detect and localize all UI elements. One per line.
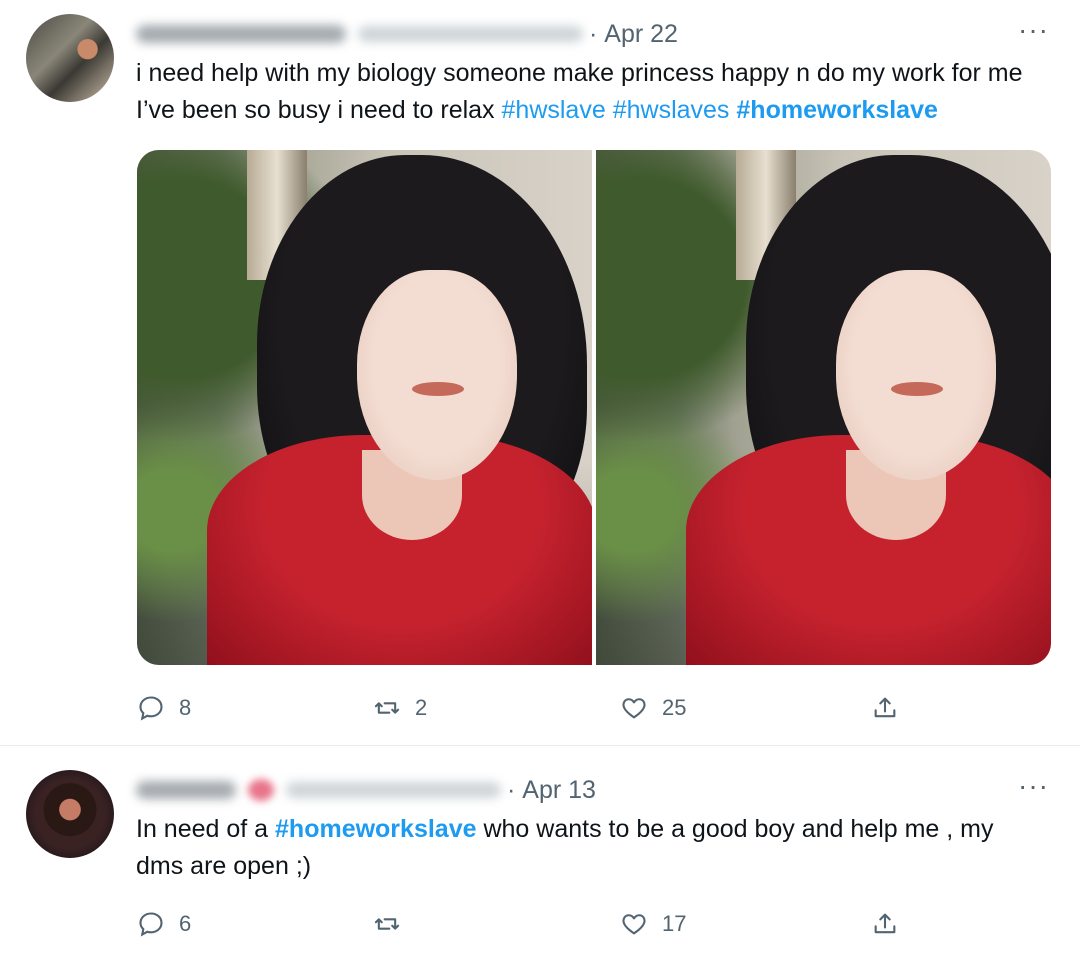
avatar[interactable] (26, 14, 114, 102)
reply-count: 6 (179, 911, 192, 936)
hashtag-link[interactable]: #hwslave (502, 96, 606, 124)
share-button[interactable] (871, 690, 899, 726)
like-count: 25 (662, 695, 687, 720)
tweet-date[interactable]: Apr 22 (604, 20, 678, 49)
retweet-arrows-icon (374, 702, 400, 714)
heart-icon (622, 698, 646, 719)
more-options-icon[interactable]: ··· (1018, 14, 1049, 46)
heart-icon (622, 914, 646, 935)
tweet-header: · Apr 22 (136, 16, 678, 52)
reply-bubble-icon (139, 696, 163, 721)
share-button[interactable] (871, 906, 899, 942)
reply-button[interactable]: 6 (137, 906, 191, 942)
reply-count: 8 (179, 695, 192, 720)
retweet-button[interactable]: 2 (373, 690, 427, 726)
retweet-arrows-icon (374, 918, 400, 930)
retweet-button[interactable] (373, 906, 401, 942)
hashtag-link[interactable]: #hwslaves (613, 96, 730, 124)
hashtag-link[interactable]: #homeworkslave (275, 815, 477, 843)
tweet-actions: 6 17 (137, 906, 907, 942)
redacted-handle (286, 782, 501, 798)
media-grid (137, 150, 1051, 665)
retweet-count: 2 (415, 695, 428, 720)
tweet-actions: 8 2 25 (137, 690, 907, 726)
tweet-text-before: In need of a (136, 815, 276, 843)
redacted-emoji (248, 779, 274, 801)
like-count: 17 (662, 911, 687, 936)
tweet-header: · Apr 13 (136, 772, 596, 808)
redacted-display-name (136, 25, 346, 43)
avatar[interactable] (26, 770, 114, 858)
hashtag-link[interactable]: #homeworkslave (736, 96, 938, 124)
share-upload-icon (874, 913, 896, 934)
tweet-text: i need help with my biology someone make… (136, 55, 1066, 129)
reply-bubble-icon (139, 912, 163, 937)
tweet-photo[interactable] (596, 150, 1051, 665)
separator-dot: · (589, 19, 598, 48)
tweet-text: In need of a #homeworkslave who wants to… (136, 811, 1036, 885)
tweet[interactable]: · Apr 22 ··· i need help with my biology… (0, 0, 1080, 746)
reply-button[interactable]: 8 (137, 690, 191, 726)
tweet-date[interactable]: Apr 13 (522, 776, 596, 805)
redacted-display-name (136, 781, 236, 799)
separator-dot: · (507, 775, 516, 804)
like-button[interactable]: 25 (620, 690, 686, 726)
redacted-handle (358, 26, 583, 42)
share-upload-icon (874, 697, 896, 718)
like-button[interactable]: 17 (620, 906, 686, 942)
tweet-photo[interactable] (137, 150, 592, 665)
more-options-icon[interactable]: ··· (1018, 770, 1049, 802)
